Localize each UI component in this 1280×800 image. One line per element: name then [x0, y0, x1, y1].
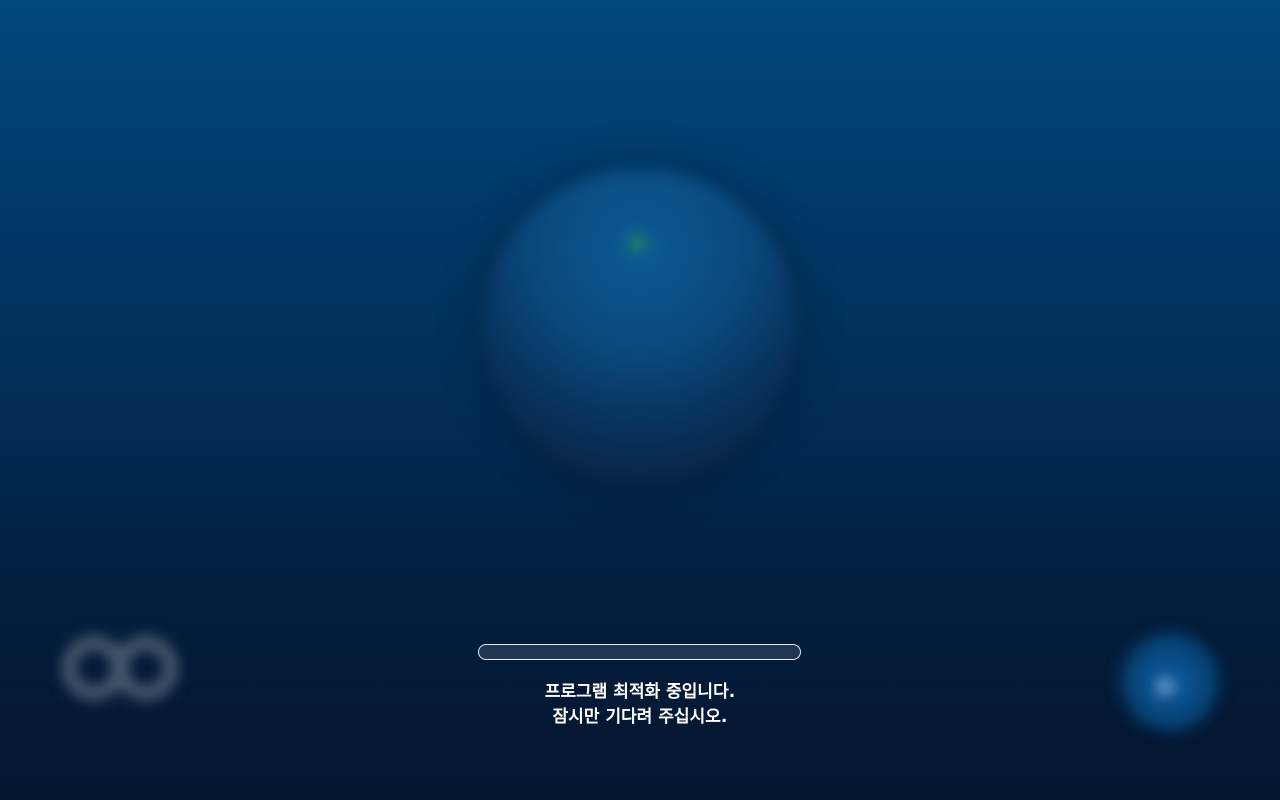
corner-action-label [1102, 750, 1238, 772]
status-dot-icon [630, 236, 644, 250]
loading-message: 프로그램 최적화 중입니다. 잠시만 기다려 주십시오. [440, 680, 840, 730]
loading-progress-bar [478, 644, 801, 660]
play-icon: ▶ [1158, 668, 1180, 701]
blurred-status-text [472, 511, 808, 537]
start-badge [482, 168, 798, 484]
corner-action-button: ▶ [1120, 632, 1220, 732]
loading-message-line-2: 잠시만 기다려 주십시오. [552, 707, 728, 727]
loading-message-line-1: 프로그램 최적화 중입니다. [544, 682, 736, 702]
brand-logo-icon [62, 632, 182, 712]
